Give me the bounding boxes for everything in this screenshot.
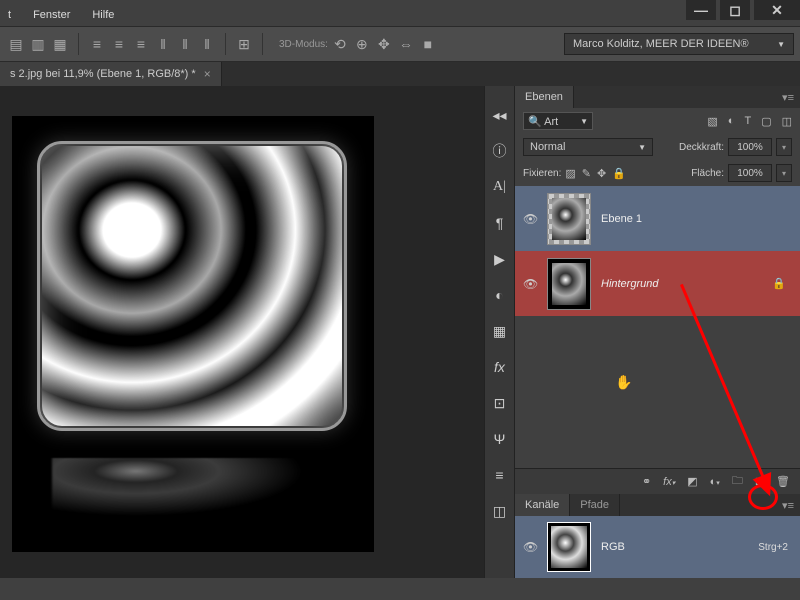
opacity-stepper[interactable]: ▾ — [776, 138, 792, 156]
layer-row-selected[interactable]: 👁 Hintergrund 🔒 — [515, 251, 800, 316]
3d-orbit-icon[interactable]: ⟲ — [330, 34, 350, 54]
distribute-top-icon[interactable]: ≡ — [87, 34, 107, 54]
panel-menu-icon[interactable]: ▾≡ — [776, 91, 800, 104]
minimize-button[interactable]: — — [686, 0, 716, 20]
layers-list: 👁 Ebene 1 👁 Hintergrund 🔒 — [515, 186, 800, 316]
annotation-circle — [748, 484, 778, 510]
blend-mode-dropdown[interactable]: Normal▼ — [523, 138, 653, 156]
align-left-icon[interactable]: ▤ — [6, 34, 26, 54]
menu-hilfe[interactable]: Hilfe — [88, 7, 118, 23]
layers-tab[interactable]: Ebenen — [515, 86, 574, 108]
swatches-panel-icon[interactable]: ◐ — [490, 286, 510, 304]
lock-all-icon[interactable]: 🔒 — [612, 167, 626, 180]
distribute-left-icon[interactable]: ‖ — [153, 34, 173, 54]
layer-row[interactable]: 👁 Ebene 1 — [515, 186, 800, 251]
visibility-toggle-icon[interactable]: 👁 — [523, 540, 537, 554]
character-panel-icon[interactable]: A| — [490, 178, 510, 196]
document-tabbar: s 2.jpg bei 11,9% (Ebene 1, RGB/8*) * × — [0, 62, 800, 86]
maximize-button[interactable]: ◻ — [720, 0, 750, 20]
layer-name[interactable]: Ebene 1 — [601, 213, 792, 225]
opacity-label: Deckkraft: — [679, 142, 724, 153]
adjustments-panel-icon[interactable]: ≡ — [490, 466, 510, 484]
menu-fenster[interactable]: Fenster — [29, 7, 74, 23]
layer-thumbnail[interactable] — [547, 258, 591, 310]
lock-label: Fixieren: — [523, 168, 561, 179]
channel-row[interactable]: 👁 RGB Strg+2 — [515, 516, 800, 578]
close-tab-icon[interactable]: × — [204, 67, 211, 81]
align-center-icon[interactable]: ▥ — [28, 34, 48, 54]
lock-icon: 🔒 — [772, 277, 786, 290]
canvas-area[interactable] — [0, 86, 484, 578]
filter-adjustment-icon[interactable]: ◐ — [728, 115, 735, 127]
3d-slide-icon[interactable]: ⇔ — [396, 34, 416, 54]
filter-image-icon[interactable]: ▧ — [707, 115, 717, 128]
filter-smart-icon[interactable]: ◫ — [782, 115, 792, 128]
link-layers-icon[interactable]: ⚭ — [642, 475, 651, 488]
filter-type-icon[interactable]: T — [744, 115, 751, 127]
visibility-toggle-icon[interactable]: 👁 — [523, 277, 537, 291]
channel-shortcut: Strg+2 — [758, 542, 788, 553]
options-bar: ▤ ▥ ▦ ≡ ≡ ≡ ‖ ‖ ‖ ⊞ 3D-Modus: ⟲ ⊕ ✥ ⇔ ■ … — [0, 26, 800, 62]
cursor-hand-icon: ✋ — [615, 374, 632, 391]
paths-tab[interactable]: Pfade — [570, 494, 620, 516]
3d-pan-icon[interactable]: ✥ — [374, 34, 394, 54]
close-button[interactable]: ✕ — [754, 0, 800, 20]
menubar: t Fenster Hilfe — [0, 4, 800, 26]
distribute-hcenter-icon[interactable]: ‖ — [175, 34, 195, 54]
fill-layer-icon[interactable]: ◐▾ — [710, 476, 720, 488]
color-panel-icon[interactable]: ▦ — [490, 322, 510, 340]
menu-item[interactable]: t — [4, 7, 15, 23]
collapse-toggle-icon[interactable]: ◂◂ — [490, 106, 510, 124]
info-panel-icon[interactable]: ⓘ — [490, 142, 510, 160]
fill-stepper[interactable]: ▾ — [776, 164, 792, 182]
group-icon[interactable]: 🗀 — [732, 472, 743, 491]
3d-mode-label: 3D-Modus: — [279, 39, 328, 50]
distribute-right-icon[interactable]: ‖ — [197, 34, 217, 54]
paragraph-panel-icon[interactable]: ¶ — [490, 214, 510, 232]
3d-zoom-icon[interactable]: ■ — [418, 34, 438, 54]
mask-icon[interactable]: ◩ — [687, 475, 697, 488]
properties-panel-icon[interactable]: ◫ — [490, 502, 510, 520]
fill-input[interactable]: 100% — [728, 164, 772, 182]
lock-position-icon[interactable]: ✥ — [597, 167, 606, 180]
3d-roll-icon[interactable]: ⊕ — [352, 34, 372, 54]
clone-panel-icon[interactable]: ⊡ — [490, 394, 510, 412]
panel-menu-icon[interactable]: ▾≡ — [776, 499, 800, 512]
play-panel-icon[interactable]: ▶ — [490, 250, 510, 268]
fill-label: Fläche: — [691, 168, 724, 179]
align-right-icon[interactable]: ▦ — [50, 34, 70, 54]
document-canvas[interactable] — [12, 116, 374, 552]
visibility-toggle-icon[interactable]: 👁 — [523, 212, 537, 226]
channels-tab[interactable]: Kanäle — [515, 494, 570, 516]
layer-thumbnail[interactable] — [547, 193, 591, 245]
auto-align-icon[interactable]: ⊞ — [234, 34, 254, 54]
fx-icon[interactable]: fx▾ — [663, 476, 675, 488]
collapsed-panels: ◂◂ ⓘ A| ¶ ▶ ◐ ▦ fx ⊡ Ψ ≡ ◫ — [484, 86, 514, 578]
filter-shape-icon[interactable]: ▢ — [761, 115, 771, 128]
account-dropdown[interactable]: Marco Kolditz, MEER DER IDEEN®▼ — [564, 33, 794, 55]
styles-panel-icon[interactable]: fx — [490, 358, 510, 376]
delete-layer-icon[interactable]: 🗑 — [776, 475, 790, 488]
layer-filter-dropdown[interactable]: 🔍 Art▼ — [523, 112, 593, 130]
channel-name: RGB — [601, 541, 748, 553]
channel-thumbnail[interactable] — [547, 522, 591, 572]
document-tab[interactable]: s 2.jpg bei 11,9% (Ebene 1, RGB/8*) * × — [0, 62, 222, 86]
opacity-input[interactable]: 100% — [728, 138, 772, 156]
lock-transparency-icon[interactable]: ▨ — [565, 167, 575, 180]
brush-panel-icon[interactable]: Ψ — [490, 430, 510, 448]
distribute-vcenter-icon[interactable]: ≡ — [109, 34, 129, 54]
distribute-bottom-icon[interactable]: ≡ — [131, 34, 151, 54]
lock-pixels-icon[interactable]: ✎ — [582, 167, 591, 180]
